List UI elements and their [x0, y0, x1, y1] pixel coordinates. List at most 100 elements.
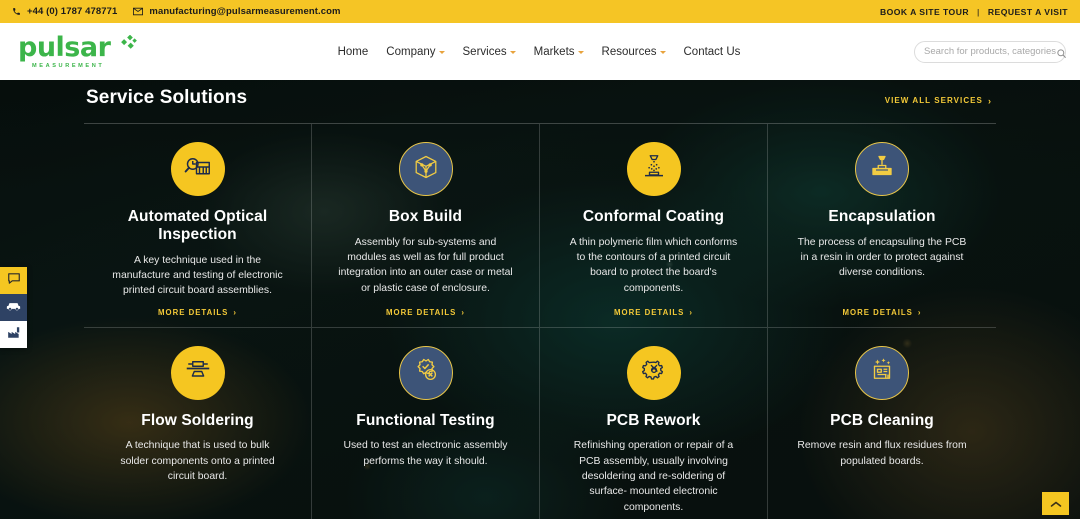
- service-description: Used to test an electronic assembly perf…: [343, 440, 508, 467]
- nav-item-markets[interactable]: Markets: [534, 46, 584, 58]
- more-details-link[interactable]: MORE DETAILS ›: [843, 308, 922, 317]
- chat-bubble-icon: [7, 272, 21, 290]
- page-title: Service Solutions: [86, 87, 248, 108]
- request-visit-link[interactable]: REQUEST A VISIT: [988, 7, 1068, 17]
- more-details-label: MORE DETAILS: [158, 307, 229, 317]
- service-description: Remove resin and flux residues from popu…: [797, 440, 967, 467]
- nav-label: Company: [386, 45, 436, 58]
- nav-item-resources[interactable]: Resources: [602, 46, 666, 58]
- more-details-label: MORE DETAILS: [842, 307, 913, 317]
- chevron-down-icon: [438, 51, 445, 54]
- manufacturing-button[interactable]: [0, 321, 27, 348]
- view-all-label: VIEW ALL SERVICES: [884, 96, 983, 105]
- service-icon-badge: [170, 142, 225, 196]
- service-icon-badge: [626, 345, 681, 400]
- service-card[interactable]: Automated Optical Inspection A key techn…: [84, 124, 312, 328]
- floating-action-rail: [0, 267, 27, 348]
- service-title: Conformal Coating: [582, 208, 725, 225]
- more-details-link[interactable]: MORE DETAILS ›: [386, 308, 465, 317]
- service-card[interactable]: Conformal Coating A thin polymeric film …: [540, 124, 768, 328]
- service-icon-badge: [398, 142, 453, 196]
- main-navigation: Home Company Services Markets Resources …: [164, 46, 914, 58]
- spray-coating-icon: [639, 152, 669, 187]
- service-card[interactable]: Functional Testing Used to test an elect…: [312, 327, 540, 519]
- sparkle-board-icon: [867, 355, 897, 390]
- magnifier-circuit-icon: [183, 152, 213, 187]
- service-description: Refinishing operation or repair of a PCB…: [573, 440, 734, 513]
- solder-wave-icon: [183, 355, 213, 390]
- envelope-icon: [133, 7, 144, 16]
- chevron-down-icon: [659, 51, 666, 54]
- chevron-right-icon: ›: [461, 307, 465, 317]
- hero-content: Service Solutions VIEW ALL SERVICES › Au…: [84, 80, 996, 519]
- more-details-link[interactable]: MORE DETAILS ›: [158, 308, 237, 317]
- service-card[interactable]: Flow Soldering A technique that is used …: [84, 327, 312, 519]
- search-icon[interactable]: [1056, 46, 1067, 58]
- chevron-up-icon: [1050, 495, 1062, 513]
- factory-icon: [7, 326, 21, 344]
- service-icon-badge: [626, 142, 681, 196]
- chevron-down-icon: [577, 51, 584, 54]
- topbar-links: BOOK A SITE TOUR | REQUEST A VISIT: [880, 7, 1068, 17]
- section-header: Service Solutions VIEW ALL SERVICES ›: [84, 87, 996, 109]
- service-icon-badge: [855, 345, 909, 400]
- search-box[interactable]: [914, 40, 1067, 63]
- more-details-label: MORE DETAILS: [614, 307, 685, 317]
- nav-label: Home: [337, 45, 369, 58]
- scroll-to-top-button[interactable]: [1042, 492, 1069, 515]
- service-title: Automated Optical Inspection: [127, 208, 268, 243]
- chevron-right-icon: ›: [689, 307, 693, 317]
- logo-wordmark: pulsar: [18, 32, 111, 63]
- service-card[interactable]: PCB Cleaning Remove resin and flux resid…: [768, 328, 996, 519]
- car-icon: [6, 299, 21, 317]
- chevron-down-icon: [509, 51, 516, 54]
- more-details-label: MORE DETAILS: [386, 307, 457, 317]
- book-site-tour-link[interactable]: BOOK A SITE TOUR: [880, 7, 969, 17]
- service-card[interactable]: Box Build Assembly for sub-systems and m…: [312, 124, 540, 328]
- service-icon-badge: [855, 142, 909, 196]
- service-title: Functional Testing: [356, 411, 495, 429]
- chevron-right-icon: ›: [987, 95, 992, 106]
- site-logo[interactable]: pulsar MEASUREMENT: [14, 34, 164, 69]
- service-title: Box Build: [388, 208, 463, 225]
- site-tour-button[interactable]: [0, 294, 27, 321]
- nav-label: Markets: [533, 45, 575, 58]
- nav-item-contact-us[interactable]: Contact Us: [684, 46, 741, 58]
- search-input[interactable]: [924, 46, 1056, 57]
- utility-bar: +44 (0) 1787 478771 manufacturing@pulsar…: [0, 0, 1080, 23]
- resin-dispense-icon: [867, 152, 897, 187]
- service-icon-badge: [170, 345, 225, 400]
- service-card[interactable]: PCB Rework Refinishing operation or repa…: [540, 327, 768, 519]
- service-description: A thin polymeric film which conforms to …: [569, 236, 738, 294]
- logo-dots-icon: [113, 34, 138, 58]
- services-grid: Automated Optical Inspection A key techn…: [84, 123, 996, 519]
- nav-label: Contact Us: [683, 45, 741, 58]
- chevron-right-icon: ›: [233, 307, 237, 317]
- service-description: A technique that is used to bulk solder …: [120, 440, 275, 482]
- service-card[interactable]: Encapsulation The process of encapsuling…: [768, 124, 996, 328]
- nav-item-home[interactable]: Home: [338, 46, 369, 58]
- service-title: Flow Soldering: [141, 411, 254, 429]
- service-icon-badge: [398, 345, 453, 400]
- nav-label: Services: [462, 45, 507, 58]
- chevron-right-icon: ›: [917, 307, 922, 317]
- phone-number: +44 (0) 1787 478771: [27, 6, 118, 17]
- view-all-services-link[interactable]: VIEW ALL SERVICES ›: [885, 96, 992, 106]
- chat-button[interactable]: [0, 267, 27, 294]
- service-title: PCB Cleaning: [830, 411, 934, 429]
- nav-item-company[interactable]: Company: [386, 45, 445, 58]
- email-contact[interactable]: manufacturing@pulsarmeasurement.com: [133, 6, 340, 17]
- nav-item-services[interactable]: Services: [463, 46, 516, 58]
- service-title: Encapsulation: [828, 208, 936, 225]
- logo-row: pulsar: [18, 34, 164, 61]
- gear-wrench-icon: [639, 355, 669, 390]
- phone-contact[interactable]: +44 (0) 1787 478771: [12, 6, 117, 17]
- more-details-link[interactable]: MORE DETAILS ›: [614, 308, 693, 317]
- service-solutions-section: Service Solutions VIEW ALL SERVICES › Au…: [0, 80, 1080, 519]
- phone-icon: [12, 7, 21, 16]
- site-header: pulsar MEASUREMENT Home Company Services…: [0, 23, 1080, 80]
- service-description: A key technique used in the manufacture …: [112, 254, 283, 297]
- box-cube-icon: [412, 153, 440, 186]
- service-title: PCB Rework: [606, 411, 701, 429]
- service-description: Assembly for sub-systems and modules as …: [338, 236, 513, 294]
